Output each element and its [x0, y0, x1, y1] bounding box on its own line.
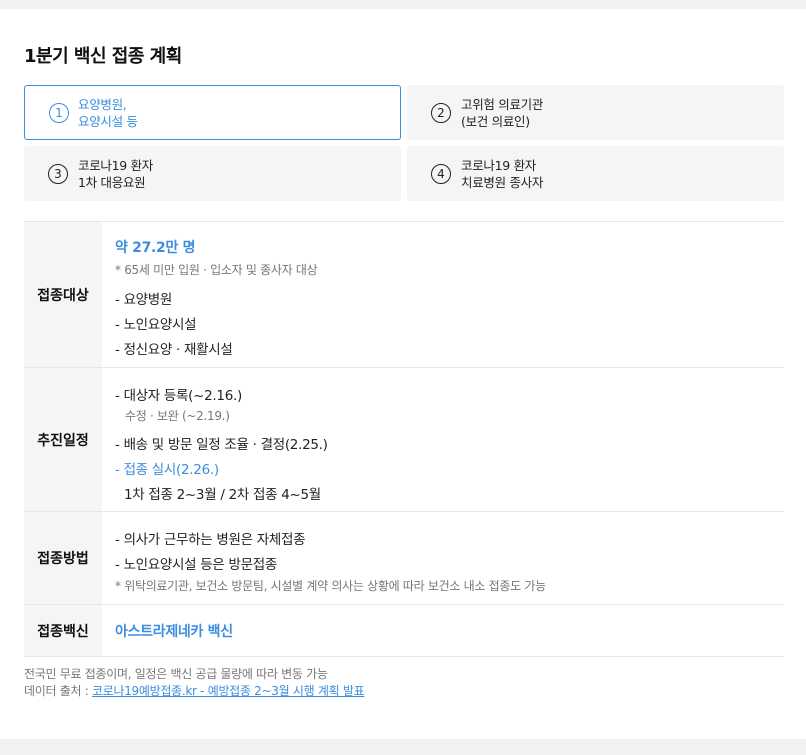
table-row-target: 접종대상 약 27.2만 명 * 65세 미만 입원 · 입소자 및 종사자 대… — [24, 222, 784, 368]
footer-disclaimer: 전국민 무료 접종이며, 일정은 백신 공급 물량에 따라 변동 가능 — [24, 667, 328, 681]
method-note: * 위탁의료기관, 보건소 방문팀, 시설별 계약 의사는 상황에 따라 보건소… — [115, 579, 546, 593]
top-divider-band — [0, 0, 806, 9]
schedule-item-3: - 접종 실시(2.26.) — [115, 462, 219, 478]
phase-label-3: 코로나19 환자 1차 대응요원 — [78, 157, 153, 190]
bottom-divider-band — [0, 739, 806, 755]
target-count: 약 27.2만 명 — [115, 240, 196, 256]
phase-tab-4[interactable]: 4 코로나19 환자 치료병원 종사자 — [407, 146, 784, 201]
method-item-2: - 노인요양시설 등은 방문접종 — [115, 557, 277, 573]
row-header-target: 접종대상 — [24, 222, 102, 367]
schedule-item-3-sub: 1차 접종 2~3월 / 2차 접종 4~5월 — [124, 487, 321, 503]
target-item-3: - 정신요양 · 재활시설 — [115, 342, 233, 358]
phase-number-3: 3 — [48, 163, 68, 184]
schedule-item-2: - 배송 및 방문 일정 조율 · 결정(2.25.) — [115, 437, 328, 453]
phase-tab-3[interactable]: 3 코로나19 환자 1차 대응요원 — [24, 146, 401, 201]
table-row-schedule: 추진일정 - 대상자 등록(~2.16.) 수정 · 보완 (~2.19.) -… — [24, 368, 784, 512]
plan-detail-table: 접종대상 약 27.2만 명 * 65세 미만 입원 · 입소자 및 종사자 대… — [24, 221, 784, 657]
phase-label-2: 고위험 의료기관 (보건 의료인) — [461, 96, 544, 129]
phase-tab-2[interactable]: 2 고위험 의료기관 (보건 의료인) — [407, 85, 784, 140]
source-link[interactable]: 코로나19예방접종.kr - 예방접종 2~3월 시행 계획 발표 — [92, 684, 365, 698]
row-body-schedule: - 대상자 등록(~2.16.) 수정 · 보완 (~2.19.) - 배송 및… — [102, 368, 784, 511]
phase-label-1: 요양병원, 요양시설 등 — [78, 96, 138, 129]
schedule-item-1: - 대상자 등록(~2.16.) — [115, 388, 242, 404]
target-item-2: - 노인요양시설 — [115, 317, 197, 333]
row-header-method: 접종방법 — [24, 512, 102, 604]
phase-number-1: 1 — [49, 102, 69, 123]
vaccine-name: 아스트라제네카 백신 — [115, 623, 233, 640]
method-item-1: - 의사가 근무하는 병원은 자체접종 — [115, 532, 306, 548]
row-body-method: - 의사가 근무하는 병원은 자체접종 - 노인요양시설 등은 방문접종 * 위… — [102, 512, 784, 604]
source-prefix: 데이터 출처 : — [24, 684, 92, 698]
phase-label-4: 코로나19 환자 치료병원 종사자 — [461, 157, 544, 190]
phase-number-2: 2 — [431, 102, 451, 123]
target-note: * 65세 미만 입원 · 입소자 및 종사자 대상 — [115, 263, 318, 277]
row-body-vaccine: 아스트라제네카 백신 — [102, 605, 784, 656]
table-row-vaccine: 접종백신 아스트라제네카 백신 — [24, 605, 784, 657]
table-row-method: 접종방법 - 의사가 근무하는 병원은 자체접종 - 노인요양시설 등은 방문접… — [24, 512, 784, 605]
row-body-target: 약 27.2만 명 * 65세 미만 입원 · 입소자 및 종사자 대상 - 요… — [102, 222, 784, 367]
page-title: 1분기 백신 접종 계획 — [24, 46, 182, 67]
schedule-item-1-sub: 수정 · 보완 (~2.19.) — [125, 409, 230, 423]
row-header-schedule: 추진일정 — [24, 368, 102, 511]
footer-source: 데이터 출처 : 코로나19예방접종.kr - 예방접종 2~3월 시행 계획 … — [24, 683, 365, 700]
target-item-1: - 요양병원 — [115, 292, 173, 308]
footer-notes: 전국민 무료 접종이며, 일정은 백신 공급 물량에 따라 변동 가능 데이터 … — [24, 666, 365, 700]
row-header-vaccine: 접종백신 — [24, 605, 102, 656]
phase-number-4: 4 — [431, 163, 451, 184]
phase-tab-1[interactable]: 1 요양병원, 요양시설 등 — [24, 85, 401, 140]
